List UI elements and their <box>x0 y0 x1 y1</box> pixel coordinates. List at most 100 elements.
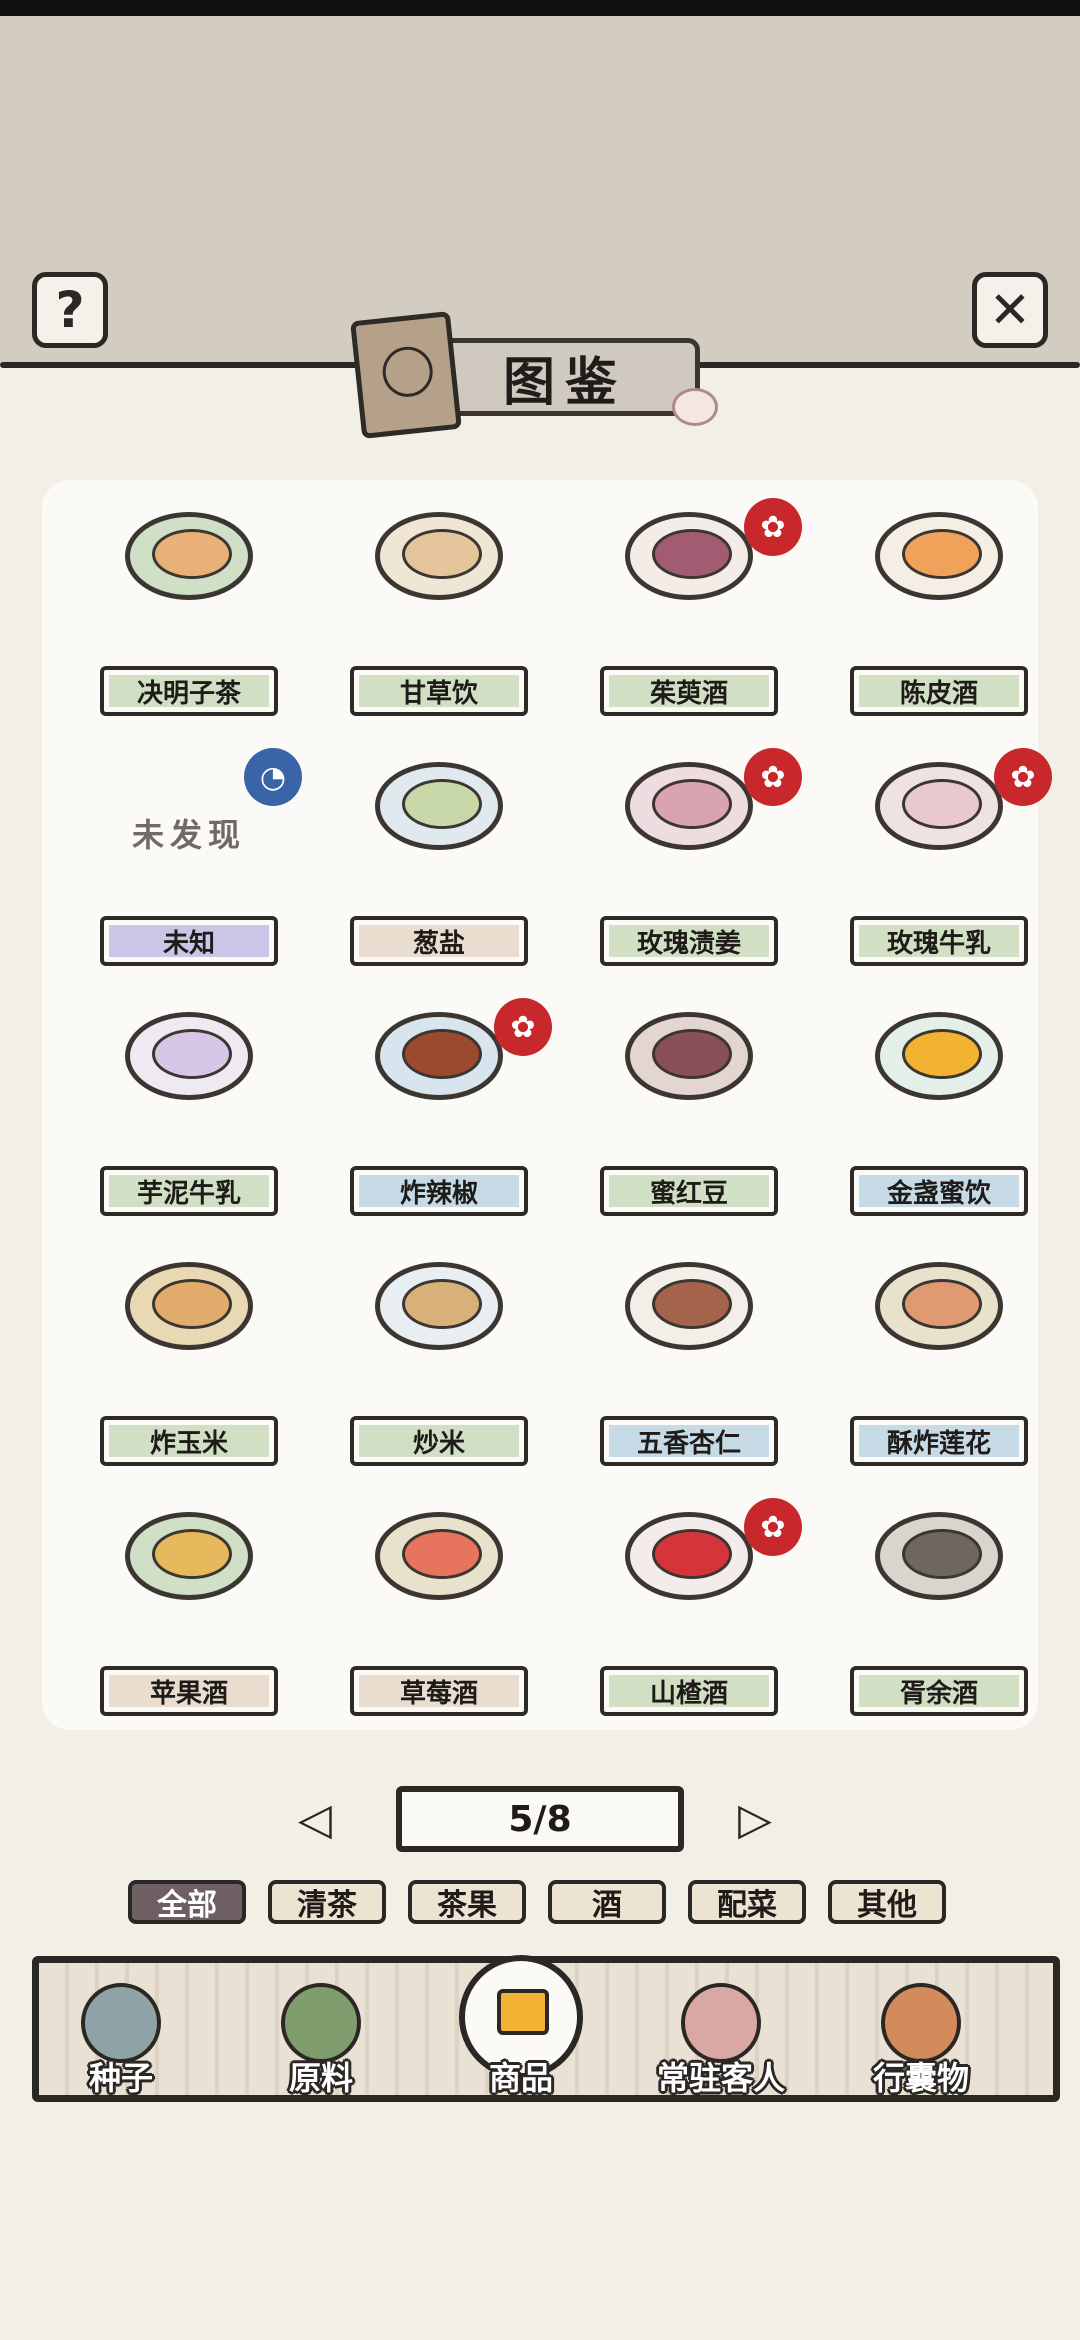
close-button[interactable]: ✕ <box>972 272 1048 348</box>
item-name-label: 苹果酒 <box>100 1666 278 1716</box>
catalog-item[interactable]: 未发现 ◔ 未知 <box>64 744 314 994</box>
item-name-label: 五香杏仁 <box>600 1416 778 1466</box>
nav-label: 原料 <box>288 2059 353 2097</box>
item-name-label: 茱萸酒 <box>600 666 778 716</box>
dish-icon <box>375 1512 503 1600</box>
item-name-label: 决明子茶 <box>100 666 278 716</box>
nav-icon <box>681 1983 761 2063</box>
dish-icon <box>625 1262 753 1350</box>
item-name-label: 草莓酒 <box>350 1666 528 1716</box>
dish-icon <box>875 762 1003 850</box>
catalog-item[interactable]: ✿ 炸辣椒 <box>314 994 564 1244</box>
item-name-label: 炸玉米 <box>100 1416 278 1466</box>
dish-icon <box>125 512 253 600</box>
dish-icon <box>625 512 753 600</box>
dish-icon <box>875 1012 1003 1100</box>
new-stamp-icon: ✿ <box>744 498 802 556</box>
catalog-item[interactable]: 胥余酒 <box>814 1494 1064 1744</box>
item-name-label: 炸辣椒 <box>350 1166 528 1216</box>
dish-icon <box>125 1512 253 1600</box>
nav-icon <box>281 1983 361 2063</box>
catalog-item[interactable]: 酥炸莲花 <box>814 1244 1064 1494</box>
bottom-nav: 种子 原料 商品 常驻客人 行囊物 <box>32 1955 1060 2102</box>
nav-item[interactable]: 常驻客人 <box>631 1963 811 2109</box>
nav-label: 种子 <box>88 2059 153 2097</box>
flower-decoration <box>672 388 718 426</box>
catalog-grid: 决明子茶 甘草饮 ✿ 茱萸酒 陈皮酒 未发现 ◔ 未知 葱盐 ✿ 玫瑰渍姜 ✿ 玫瑰牛乳 芋泥牛乳 ✿ 炸辣椒… <box>42 480 1052 1730</box>
item-name-label: 玫瑰渍姜 <box>600 916 778 966</box>
item-name-label: 山楂酒 <box>600 1666 778 1716</box>
book-icon <box>350 311 462 439</box>
nav-label: 常驻客人 <box>656 2059 785 2097</box>
catalog-item[interactable]: 葱盐 <box>314 744 564 994</box>
next-page-arrow-icon[interactable]: ▷ <box>720 1794 790 1845</box>
item-name-label: 酥炸莲花 <box>850 1416 1028 1466</box>
catalog-item[interactable]: 金盏蜜饮 <box>814 994 1064 1244</box>
filter-tab[interactable]: 茶果 <box>408 1880 526 1924</box>
filter-tab[interactable]: 配菜 <box>688 1880 806 1924</box>
dish-icon <box>875 1262 1003 1350</box>
dish-icon <box>625 1012 753 1100</box>
catalog-item[interactable]: 陈皮酒 <box>814 494 1064 744</box>
item-name-label: 甘草饮 <box>350 666 528 716</box>
dish-icon <box>125 1012 253 1100</box>
catalog-item[interactable]: 蜜红豆 <box>564 994 814 1244</box>
nav-item[interactable]: 原料 <box>231 1963 411 2109</box>
catalog-item[interactable]: ✿ 茱萸酒 <box>564 494 814 744</box>
category-filter: 全部 清茶 茶果酒配菜 其他 <box>128 1880 958 1928</box>
dish-icon <box>375 762 503 850</box>
catalog-item[interactable]: 苹果酒 <box>64 1494 314 1744</box>
item-name-label: 芋泥牛乳 <box>100 1166 278 1216</box>
nav-icon <box>881 1983 961 2063</box>
unfound-label: 未发现 <box>131 816 246 854</box>
dish-icon <box>375 1012 503 1100</box>
item-name-label: 胥余酒 <box>850 1666 1028 1716</box>
nav-item[interactable]: 商品 <box>431 1955 611 2109</box>
catalog-item[interactable]: 炒米 <box>314 1244 564 1494</box>
dish-icon <box>875 512 1003 600</box>
catalog-item[interactable]: ✿ 玫瑰牛乳 <box>814 744 1064 994</box>
catalog-item[interactable]: ✿ 山楂酒 <box>564 1494 814 1744</box>
dish-icon <box>125 1262 253 1350</box>
nav-icon <box>81 1983 161 2063</box>
page-title: 图鉴 <box>430 338 700 416</box>
dish-icon <box>625 762 753 850</box>
new-stamp-icon: ✿ <box>744 1498 802 1556</box>
status-bar <box>0 0 1080 16</box>
prev-page-arrow-icon[interactable]: ◁ <box>280 1794 350 1845</box>
dish-icon <box>375 512 503 600</box>
catalog-item[interactable]: 五香杏仁 <box>564 1244 814 1494</box>
item-name-label: 葱盐 <box>350 916 528 966</box>
filter-tab[interactable]: 其他 <box>828 1880 946 1924</box>
title-banner: 图鉴 <box>350 311 720 439</box>
dish-icon <box>375 1262 503 1350</box>
filter-tab[interactable]: 清茶 <box>268 1880 386 1924</box>
catalog-item[interactable]: ✿ 玫瑰渍姜 <box>564 744 814 994</box>
question-icon: ? <box>55 281 85 339</box>
nav-item[interactable]: 种子 <box>31 1963 211 2109</box>
item-name-label: 炒米 <box>350 1416 528 1466</box>
nav-label: 行囊物 <box>872 2059 969 2097</box>
page-indicator: 5/8 <box>396 1786 684 1852</box>
catalog-item[interactable]: 甘草饮 <box>314 494 564 744</box>
filter-tab[interactable]: 全部 <box>128 1880 246 1924</box>
new-stamp-icon: ✿ <box>744 748 802 806</box>
dish-icon <box>875 1512 1003 1600</box>
dish-icon <box>625 1512 753 1600</box>
new-stamp-icon: ✿ <box>494 998 552 1056</box>
close-icon: ✕ <box>989 281 1031 339</box>
catalog-item[interactable]: 芋泥牛乳 <box>64 994 314 1244</box>
item-name-label: 金盏蜜饮 <box>850 1166 1028 1216</box>
nav-item[interactable]: 行囊物 <box>831 1963 1011 2109</box>
catalog-item[interactable]: 决明子茶 <box>64 494 314 744</box>
item-name-label: 蜜红豆 <box>600 1166 778 1216</box>
new-stamp-icon: ✿ <box>994 748 1052 806</box>
item-name-label: 未知 <box>100 916 278 966</box>
pager: ◁ 5/8 ▷ <box>280 1786 800 1854</box>
nav-label: 商品 <box>488 2059 553 2097</box>
item-name-label: 陈皮酒 <box>850 666 1028 716</box>
help-button[interactable]: ? <box>32 272 108 348</box>
catalog-item[interactable]: 炸玉米 <box>64 1244 314 1494</box>
catalog-item[interactable]: 草莓酒 <box>314 1494 564 1744</box>
filter-tab[interactable]: 酒 <box>548 1880 666 1924</box>
